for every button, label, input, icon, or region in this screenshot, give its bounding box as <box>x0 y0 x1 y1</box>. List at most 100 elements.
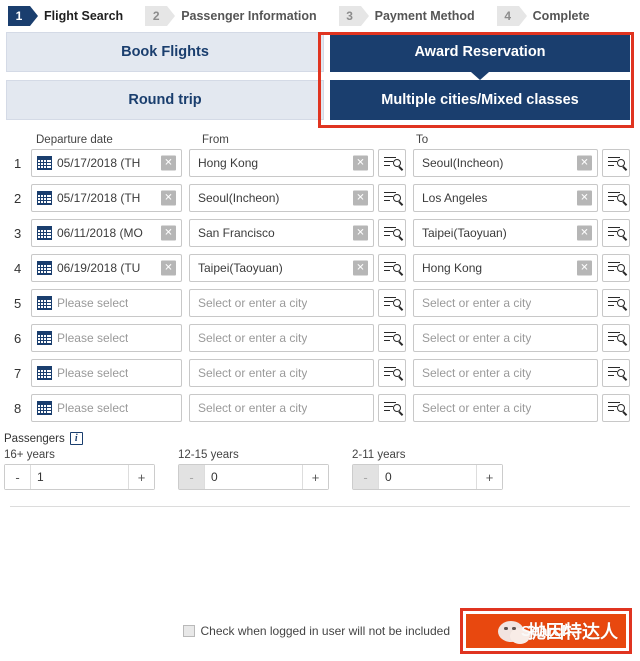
from-city-search-button[interactable] <box>378 289 406 317</box>
column-header-from: From <box>202 134 229 146</box>
clear-from-city-button[interactable]: ✕ <box>353 225 368 241</box>
search-button[interactable]: Search 抛因特达人 <box>466 614 626 648</box>
passenger-count-value[interactable]: 0 <box>379 465 476 489</box>
tab-round-trip[interactable]: Round trip <box>6 80 324 120</box>
exclude-user-checkbox[interactable] <box>182 625 195 637</box>
step-3-badge: 3 <box>338 6 369 26</box>
from-city-search-button[interactable] <box>378 359 406 387</box>
to-city-search-button[interactable] <box>602 149 630 177</box>
city-list-search-icon <box>607 191 627 206</box>
from-city-search-button[interactable] <box>378 254 406 282</box>
clear-date-button[interactable]: ✕ <box>161 155 176 171</box>
from-city-search-button[interactable] <box>378 184 406 212</box>
to-city-input[interactable]: Los Angeles ✕ <box>413 184 598 212</box>
clear-to-city-button[interactable]: ✕ <box>577 155 592 171</box>
to-city-search-button[interactable] <box>602 394 630 422</box>
to-city-input[interactable]: Select or enter a city <box>413 324 598 352</box>
to-city-search-button[interactable] <box>602 289 630 317</box>
clear-date-button[interactable]: ✕ <box>161 225 176 241</box>
clear-date-button[interactable]: ✕ <box>161 190 176 206</box>
to-city-value: Seoul(Incheon) <box>422 156 504 170</box>
increment-button[interactable]: + <box>476 465 502 489</box>
passenger-count-value[interactable]: 0 <box>205 465 302 489</box>
info-icon[interactable]: i <box>69 432 83 445</box>
passenger-stepper: - 0 + <box>352 464 503 490</box>
to-city-input[interactable]: Seoul(Incheon) ✕ <box>413 149 598 177</box>
departure-date-field[interactable]: Please select <box>30 324 182 352</box>
departure-date-field[interactable]: 06/11/2018 (MO ✕ <box>30 219 182 247</box>
from-city-search-button[interactable] <box>378 324 406 352</box>
calendar-icon[interactable] <box>36 191 52 205</box>
step-4[interactable]: 4 Complete <box>496 6 612 26</box>
to-city-group: Los Angeles ✕ <box>413 184 630 212</box>
calendar-icon[interactable] <box>36 331 52 345</box>
to-city-input[interactable]: Select or enter a city <box>413 289 598 317</box>
from-city-value: Seoul(Incheon) <box>198 191 280 205</box>
from-city-input[interactable]: Taipei(Taoyuan) ✕ <box>189 254 374 282</box>
to-city-input[interactable]: Select or enter a city <box>413 359 598 387</box>
decrement-button: - <box>179 465 205 489</box>
row-number: 7 <box>14 365 22 381</box>
to-city-input[interactable]: Hong Kong ✕ <box>413 254 598 282</box>
calendar-icon[interactable] <box>36 156 52 170</box>
calendar-icon[interactable] <box>36 366 52 380</box>
exclude-user-checkbox-wrap[interactable]: Check when logged in user will not be in… <box>182 624 450 638</box>
step-2-badge: 2 <box>145 6 176 26</box>
from-city-input[interactable]: Seoul(Incheon) ✕ <box>189 184 374 212</box>
departure-date-field[interactable]: 06/19/2018 (TU ✕ <box>30 254 182 282</box>
to-city-search-button[interactable] <box>602 324 630 352</box>
to-city-search-button[interactable] <box>602 254 630 282</box>
step-1[interactable]: 1 Flight Search <box>8 6 145 26</box>
clear-to-city-button[interactable]: ✕ <box>577 190 592 206</box>
tab-award-reservation[interactable]: Award Reservation <box>330 32 630 80</box>
to-city-value: Select or enter a city <box>422 401 532 415</box>
clear-to-city-button[interactable]: ✕ <box>577 260 592 276</box>
increment-button[interactable]: + <box>302 465 328 489</box>
column-header-departure-date: Departure date <box>36 134 113 146</box>
from-city-input[interactable]: Select or enter a city <box>189 394 374 422</box>
from-city-search-button[interactable] <box>378 149 406 177</box>
from-city-search-button[interactable] <box>378 394 406 422</box>
calendar-icon[interactable] <box>36 261 52 275</box>
from-city-group: Seoul(Incheon) ✕ <box>189 184 406 212</box>
step-3[interactable]: 3 Payment Method <box>338 6 497 26</box>
from-city-input[interactable]: Select or enter a city <box>189 289 374 317</box>
departure-date-field[interactable]: Please select <box>30 289 182 317</box>
clear-to-city-button[interactable]: ✕ <box>577 225 592 241</box>
departure-date-field[interactable]: 05/17/2018 (TH ✕ <box>30 184 182 212</box>
from-city-input[interactable]: Select or enter a city <box>189 324 374 352</box>
from-city-input[interactable]: Select or enter a city <box>189 359 374 387</box>
departure-date-field[interactable]: Please select <box>30 394 182 422</box>
itinerary-form: Departure date From To 1 05/17/2018 (TH … <box>0 128 640 422</box>
clear-from-city-button[interactable]: ✕ <box>353 260 368 276</box>
itinerary-row: 5 Please select Select or enter a city S… <box>10 289 630 317</box>
to-city-search-button[interactable] <box>602 184 630 212</box>
increment-button[interactable]: + <box>128 465 154 489</box>
to-city-search-button[interactable] <box>602 359 630 387</box>
decrement-button[interactable]: - <box>5 465 31 489</box>
from-city-group: Taipei(Taoyuan) ✕ <box>189 254 406 282</box>
clear-from-city-button[interactable]: ✕ <box>353 190 368 206</box>
to-city-search-button[interactable] <box>602 219 630 247</box>
to-city-input[interactable]: Taipei(Taoyuan) ✕ <box>413 219 598 247</box>
calendar-icon[interactable] <box>36 226 52 240</box>
itinerary-row: 3 06/11/2018 (MO ✕ San Francisco ✕ Taipe… <box>10 219 630 247</box>
clear-date-button[interactable]: ✕ <box>161 260 176 276</box>
from-city-search-button[interactable] <box>378 219 406 247</box>
to-city-input[interactable]: Select or enter a city <box>413 394 598 422</box>
from-city-input[interactable]: Hong Kong ✕ <box>189 149 374 177</box>
departure-date-field[interactable]: Please select <box>30 359 182 387</box>
departure-date-field[interactable]: 05/17/2018 (TH ✕ <box>30 149 182 177</box>
calendar-icon[interactable] <box>36 296 52 310</box>
tab-multiple-cities[interactable]: Multiple cities/Mixed classes <box>330 80 630 120</box>
itinerary-row: 6 Please select Select or enter a city S… <box>10 324 630 352</box>
to-city-value: Select or enter a city <box>422 296 532 310</box>
from-city-group: Select or enter a city <box>189 359 406 387</box>
passenger-count-value[interactable]: 1 <box>31 465 128 489</box>
calendar-icon[interactable] <box>36 401 52 415</box>
step-2[interactable]: 2 Passenger Information <box>145 6 338 26</box>
from-city-input[interactable]: San Francisco ✕ <box>189 219 374 247</box>
itinerary-row: 2 05/17/2018 (TH ✕ Seoul(Incheon) ✕ Los … <box>10 184 630 212</box>
tab-book-flights[interactable]: Book Flights <box>6 32 324 72</box>
clear-from-city-button[interactable]: ✕ <box>353 155 368 171</box>
